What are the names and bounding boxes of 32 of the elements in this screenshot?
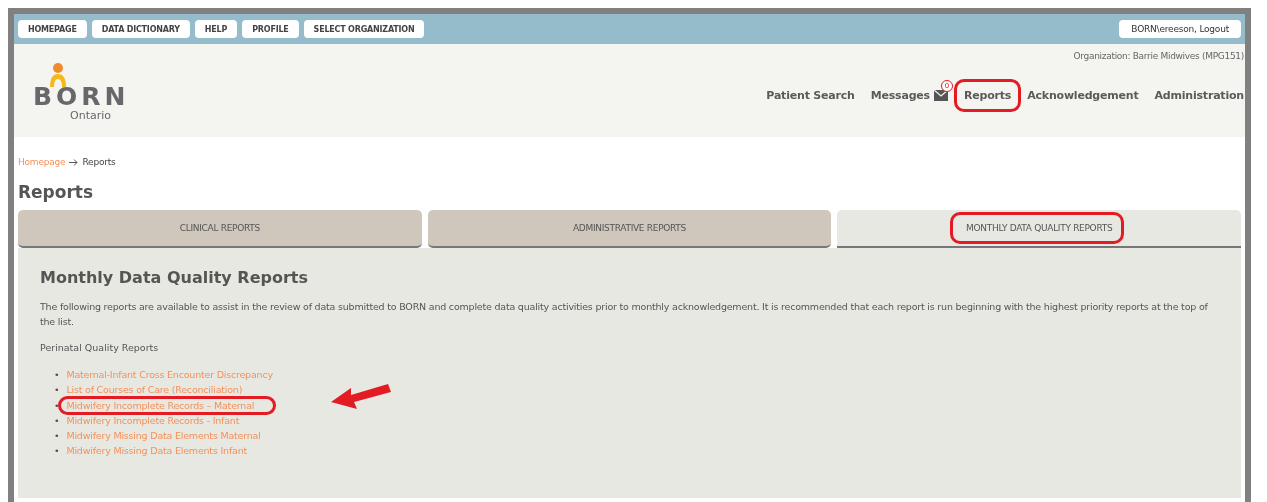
nav-link[interactable]: Patient Search xyxy=(766,89,855,102)
bullet-icon: • xyxy=(54,369,60,380)
logo-subtitle: Ontario xyxy=(70,110,111,122)
breadcrumb-current: Reports xyxy=(82,157,116,167)
organization-label: Organization: Barrie Midwives (MPG151) xyxy=(1073,51,1244,61)
bullet-icon: • xyxy=(54,430,60,442)
nav-button[interactable]: PROFILE xyxy=(242,20,299,38)
logo-wordmark: BORN xyxy=(33,83,130,110)
nav-button[interactable]: DATA DICTIONARY xyxy=(91,20,190,38)
report-tab[interactable]: CLINICAL REPORTS xyxy=(18,210,422,248)
report-tab[interactable]: MONTHLY DATA QUALITY REPORTS xyxy=(837,210,1241,248)
bullet-icon: • xyxy=(54,384,60,396)
bullet-icon: • xyxy=(54,414,60,426)
logout-button[interactable]: BORN\ereeson, Logout xyxy=(1119,20,1241,38)
logo[interactable]: BORN Ontario xyxy=(14,44,133,137)
nav-link[interactable]: Acknowledgement xyxy=(1027,89,1139,102)
report-tab[interactable]: ADMINISTRATIVE REPORTS xyxy=(427,210,832,248)
nav-link[interactable]: Reports xyxy=(963,89,1012,102)
nav-link[interactable]: Messages xyxy=(870,89,930,102)
section-title: Monthly Data Quality Reports xyxy=(40,268,309,287)
person-icon xyxy=(49,63,67,87)
nav-link[interactable]: Administration xyxy=(1154,89,1244,102)
description-text: The following reports are available to assist in the review of data submitted to BORN and complete data quality activities prior to monthly acknowledgement. It is recommended that each report is run beginning with the highest priority reports at the top of the list. xyxy=(40,300,1209,329)
nav-button[interactable]: HELP xyxy=(194,20,238,38)
page-title: Reports xyxy=(18,182,95,202)
bullet-icon: • xyxy=(54,399,60,411)
nav-button[interactable]: HOMEPAGE xyxy=(18,20,87,38)
bullet-icon: • xyxy=(54,445,60,457)
nav-button[interactable]: SELECT ORGANIZATION xyxy=(303,20,425,38)
envelope-icon xyxy=(933,90,948,101)
breadcrumb-arrow-icon xyxy=(69,158,79,166)
subsection-label: Perinatal Quality Reports xyxy=(40,342,160,353)
